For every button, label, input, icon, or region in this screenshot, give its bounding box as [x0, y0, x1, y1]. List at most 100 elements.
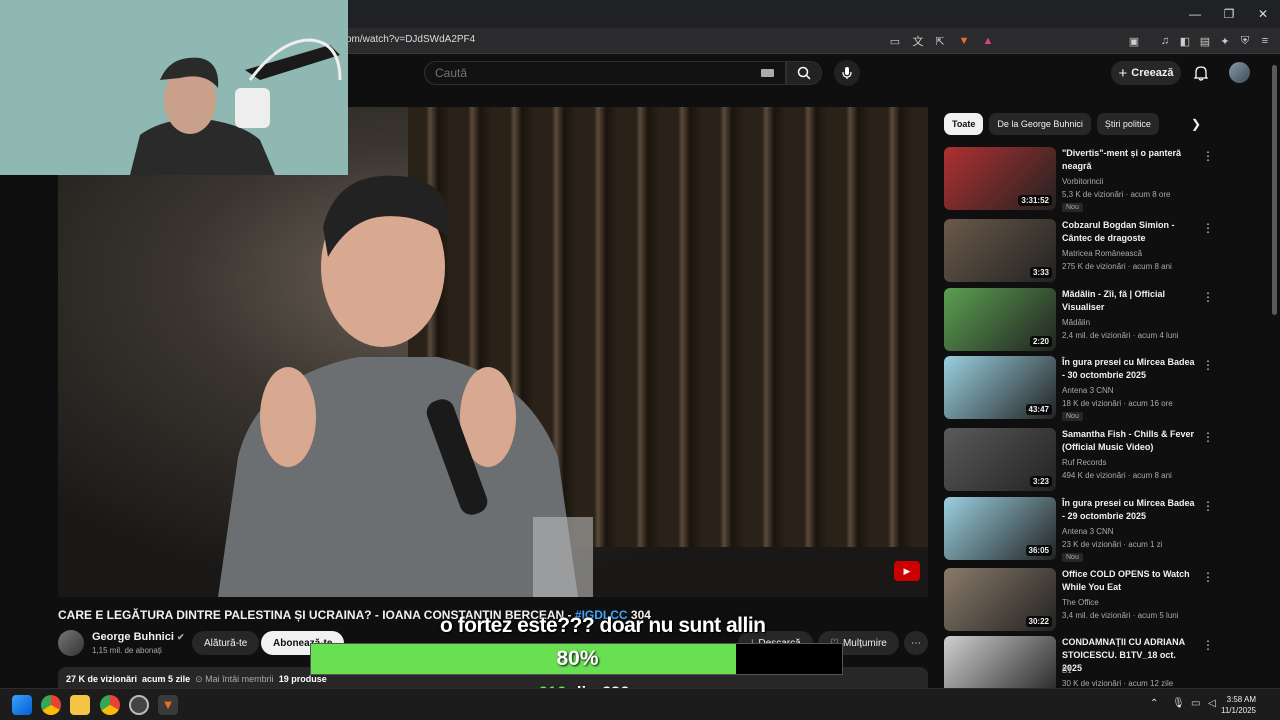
chip-0[interactable]: Toate [944, 113, 984, 135]
recommendation-channel[interactable]: Ruf Records [1062, 458, 1106, 467]
more-vert-icon[interactable]: ⋮ [1202, 570, 1214, 584]
share-icon[interactable]: ⇱ [931, 32, 949, 50]
recommendation-meta: 2,4 mil. de vizionări · acum 4 luni [1062, 331, 1179, 340]
more-actions-button[interactable]: ⋯ [904, 631, 928, 655]
recommendation-item[interactable]: 3:31:52 "Divertis"-ment și o panteră neag… [944, 147, 1214, 212]
vpn-icon[interactable]: ⛨ [1236, 32, 1254, 50]
chevron-right-icon[interactable]: ❯ [1186, 114, 1206, 134]
filter-chips: Toate De la George Buhnici Știri politice [944, 113, 1159, 135]
more-vert-icon[interactable]: ⋮ [1202, 290, 1214, 304]
thanks-label: Mulțumire [842, 637, 887, 649]
account-avatar[interactable] [1229, 62, 1250, 83]
microphone-tray-icon[interactable]: 🎙 [1172, 698, 1185, 709]
products-count[interactable]: 19 produse [279, 674, 327, 684]
recommendation-meta: 494 K de vizionări · acum 8 ani [1062, 471, 1172, 480]
recommendation-title[interactable]: Samantha Fish - Chills & Fever (Official… [1062, 428, 1198, 454]
obs-icon[interactable] [129, 695, 149, 715]
recommendation-title[interactable]: Cobzarul Bogdan Simion - Cântec de drago… [1062, 219, 1198, 245]
recommendation-item[interactable]: 3:23 Samantha Fish - Chills & Fever (Offi… [944, 428, 1214, 492]
recommendation-thumbnail[interactable]: 3:33 [944, 219, 1056, 282]
notifications-button[interactable] [1190, 62, 1212, 84]
donation-goal-bar: 80% [310, 643, 843, 675]
recommendation-title[interactable]: În gura presei cu Mircea Badea - 29 octo… [1062, 497, 1198, 523]
chip-1[interactable]: De la George Buhnici [989, 113, 1091, 135]
youtube-subscribe-watermark[interactable]: ▶ [894, 561, 920, 581]
install-icon[interactable]: ▭ [886, 32, 904, 50]
clock-time: 3:58 AM [1226, 695, 1256, 704]
recommendation-channel[interactable]: B1 [1062, 666, 1072, 675]
recommendation-item[interactable]: 2:20 Mădălin - Zîi, fă | Official Visuali… [944, 288, 1214, 352]
channel-name[interactable]: George Buhnici ✔ [92, 631, 185, 643]
microphone-icon [842, 67, 852, 79]
recommendation-item[interactable]: 30:22 Office COLD OPENS to Watch While Yo… [944, 568, 1214, 632]
more-vert-icon[interactable]: ⋮ [1202, 221, 1214, 235]
recommendation-channel[interactable]: Antena 3 CNN [1062, 527, 1114, 536]
channel-avatar[interactable] [58, 630, 84, 656]
more-vert-icon[interactable]: ⋮ [1202, 149, 1214, 163]
brave-rewards-icon[interactable]: ▲ [979, 32, 997, 50]
page-scrollbar[interactable] [1270, 55, 1280, 687]
url-text[interactable]: om/watch?v=DJdSWdA2PF4 [346, 34, 475, 45]
more-vert-icon[interactable]: ⋮ [1202, 499, 1214, 513]
clock-date: 11/1/2025 [1221, 706, 1256, 715]
more-vert-icon[interactable]: ⋮ [1202, 638, 1214, 652]
create-button[interactable]: + Creează [1111, 61, 1181, 85]
recommendation-title[interactable]: În gura presei cu Mircea Badea - 30 octo… [1062, 356, 1198, 382]
menu-icon[interactable]: ≡ [1256, 32, 1274, 50]
members-first-icon: ⊙ [195, 674, 203, 684]
scrollbar-thumb[interactable] [1272, 65, 1277, 315]
network-icon[interactable]: ▭ [1191, 698, 1200, 709]
tray-overflow-icon[interactable]: ⌃ [1150, 698, 1158, 709]
more-vert-icon[interactable]: ⋮ [1202, 430, 1214, 444]
stream-chat-overlay: o fortez este??? doar nu sunt allin [440, 614, 766, 637]
sidebar-icon[interactable]: ▣ [1125, 32, 1143, 50]
restore-icon[interactable]: ❐ [1212, 0, 1246, 28]
windows-start-icon[interactable] [12, 695, 32, 715]
brave-browser-icon[interactable]: ▼ [158, 695, 178, 715]
leo-icon[interactable]: ✦ [1216, 32, 1234, 50]
more-vert-icon[interactable]: ⋮ [1202, 358, 1214, 372]
recommendation-channel[interactable]: Mădălin [1062, 318, 1090, 327]
recommendation-title[interactable]: "Divertis"-ment și o panteră neagră [1062, 147, 1198, 173]
panel-icon[interactable]: ◧ [1176, 32, 1194, 50]
recommendation-channel[interactable]: The Office [1062, 598, 1099, 607]
recommendation-title[interactable]: Mădălin - Zîi, fă | Official Visualiser [1062, 288, 1198, 314]
music-icon[interactable]: ♫ [1156, 32, 1174, 50]
members-first-label: Mai întâi membrii [205, 674, 274, 684]
recommendation-thumbnail[interactable]: 43:47 [944, 356, 1056, 419]
voice-search-button[interactable] [834, 60, 860, 86]
file-explorer-icon[interactable] [70, 695, 90, 715]
keyboard-icon[interactable] [761, 69, 774, 77]
recommendation-title[interactable]: CONDAMNAȚII CU ADRIANA STOICESCU. B1TV_1… [1062, 636, 1198, 675]
video-player[interactable]: ▶ [58, 107, 928, 597]
recommendation-thumbnail[interactable]: 36:05 [944, 497, 1056, 560]
brave-shield-icon[interactable]: ▼ [955, 32, 973, 50]
volume-icon[interactable]: ◁ [1208, 698, 1216, 709]
chrome-icon[interactable] [41, 695, 61, 715]
minimize-icon[interactable]: — [1178, 0, 1212, 28]
channel-name-text[interactable]: George Buhnici [92, 631, 174, 643]
recommendation-item[interactable]: 43:47 În gura presei cu Mircea Badea - 30… [944, 356, 1214, 421]
chip-2[interactable]: Știri politice [1096, 113, 1159, 135]
join-button[interactable]: Alătură-te [192, 631, 260, 655]
wallet-icon[interactable]: ▤ [1196, 32, 1214, 50]
search-button[interactable] [786, 61, 822, 85]
translate-icon[interactable]: 文 [909, 32, 927, 50]
new-badge: Nou [1062, 203, 1083, 212]
recommendation-channel[interactable]: Antena 3 CNN [1062, 386, 1114, 395]
search-input[interactable] [425, 62, 745, 84]
recommendation-title[interactable]: Office COLD OPENS to Watch While You Eat [1062, 568, 1198, 594]
recommendation-channel[interactable]: Matricea Românească [1062, 249, 1142, 258]
recommendation-thumbnail[interactable]: 2:20 [944, 288, 1056, 351]
close-icon[interactable]: ✕ [1246, 0, 1280, 28]
recommendation-item[interactable]: 3:33 Cobzarul Bogdan Simion - Cântec de d… [944, 219, 1214, 283]
recommendation-thumbnail[interactable]: 30:22 [944, 568, 1056, 631]
recommendation-thumbnail[interactable]: 3:23 [944, 428, 1056, 491]
chrome-profile-icon[interactable] [100, 695, 120, 715]
search-box[interactable] [424, 61, 786, 85]
recommendation-meta: 3,4 mil. de vizionări · acum 5 luni [1062, 611, 1179, 620]
recommendation-channel[interactable]: Vorbitorincii [1062, 177, 1103, 186]
system-clock[interactable]: 3:58 AM 11/1/2025 [1221, 694, 1256, 716]
recommendation-thumbnail[interactable]: 3:31:52 [944, 147, 1056, 210]
recommendation-item[interactable]: 36:05 În gura presei cu Mircea Badea - 29… [944, 497, 1214, 562]
